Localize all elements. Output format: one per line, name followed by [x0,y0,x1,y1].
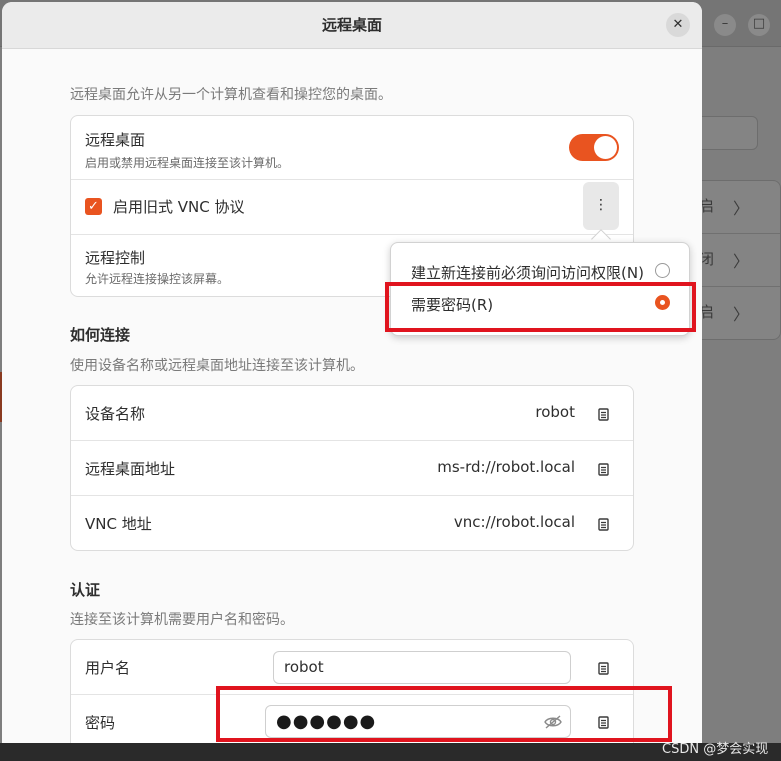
legacy-vnc-row: ✓ 启用旧式 VNC 协议 ⋮ [71,180,633,235]
bg-minimize-button[interactable]: – [714,14,736,36]
auth-title: 认证 [70,581,101,599]
how-to-connect-description: 使用设备名称或远程桌面地址连接至该计算机。 [70,358,364,374]
ask-access-radio[interactable] [655,263,670,278]
highlight-box [216,686,672,742]
bg-list-item[interactable]: 闭 〉 [691,234,780,287]
remote-desktop-row: 远程桌面 启用或禁用远程桌面连接至该计算机。 [71,116,633,180]
copy-icon[interactable] [595,660,611,676]
highlight-box [385,282,696,332]
chevron-right-icon: 〉 [733,252,750,271]
username-label: 用户名 [85,659,131,677]
remote-desktop-title: 远程桌面 [85,131,146,149]
device-name-label: 设备名称 [85,405,146,423]
vnc-options-menu-button[interactable]: ⋮ [583,182,619,230]
intro-description: 远程桌面允许从另一个计算机查看和操控您的桌面。 [70,87,392,103]
remote-control-subtitle: 允许远程连接操控该屏幕。 [85,272,230,286]
remote-address-label: 远程桌面地址 [85,460,176,478]
dialog-header: 远程桌面 ✕ [2,2,702,49]
vnc-address-row: VNC 地址 vnc://robot.local [71,496,633,550]
connection-info-card: 设备名称 robot 远程桌面地址 ms-rd://robot.local VN… [70,385,634,551]
vnc-address-label: VNC 地址 [85,515,152,533]
remote-desktop-subtitle: 启用或禁用远程桌面连接至该计算机。 [85,156,290,170]
device-name-value: robot [535,403,575,421]
dialog-title: 远程桌面 [321,16,382,34]
how-to-connect-title: 如何连接 [70,326,131,344]
legacy-vnc-label: 启用旧式 VNC 协议 [113,198,245,216]
chevron-right-icon: 〉 [733,199,750,218]
device-name-row: 设备名称 robot [71,386,633,441]
bg-list: 启 〉 闭 〉 启 〉 [690,180,781,340]
username-input[interactable]: robot [273,651,571,684]
toggle-knob [594,136,617,159]
chevron-right-icon: 〉 [733,305,750,324]
vnc-address-value: vnc://robot.local [453,513,575,531]
copy-icon[interactable] [595,406,611,422]
remote-desktop-dialog: 远程桌面 ✕ 远程桌面允许从另一个计算机查看和操控您的桌面。 远程桌面 启用或禁… [2,2,702,761]
auth-description: 连接至该计算机需要用户名和密码。 [70,612,294,628]
remote-control-title: 远程控制 [85,249,146,267]
bg-list-item[interactable]: 启 〉 [691,287,780,340]
close-button[interactable]: ✕ [666,13,690,37]
remote-desktop-toggle[interactable] [569,134,619,161]
remote-address-value: ms-rd://robot.local [437,458,575,476]
remote-address-row: 远程桌面地址 ms-rd://robot.local [71,441,633,496]
watermark-text: CSDN @梦会实现 [662,742,769,757]
ask-access-option[interactable]: 建立新连接前必须询问访问权限(N) [411,262,644,283]
copy-icon[interactable] [595,461,611,477]
copy-icon[interactable] [595,516,611,532]
bg-list-item[interactable]: 启 〉 [691,181,780,234]
legacy-vnc-checkbox[interactable]: ✓ [85,198,102,215]
bg-maximize-button[interactable]: □ [748,14,770,36]
password-label: 密码 [85,714,116,732]
